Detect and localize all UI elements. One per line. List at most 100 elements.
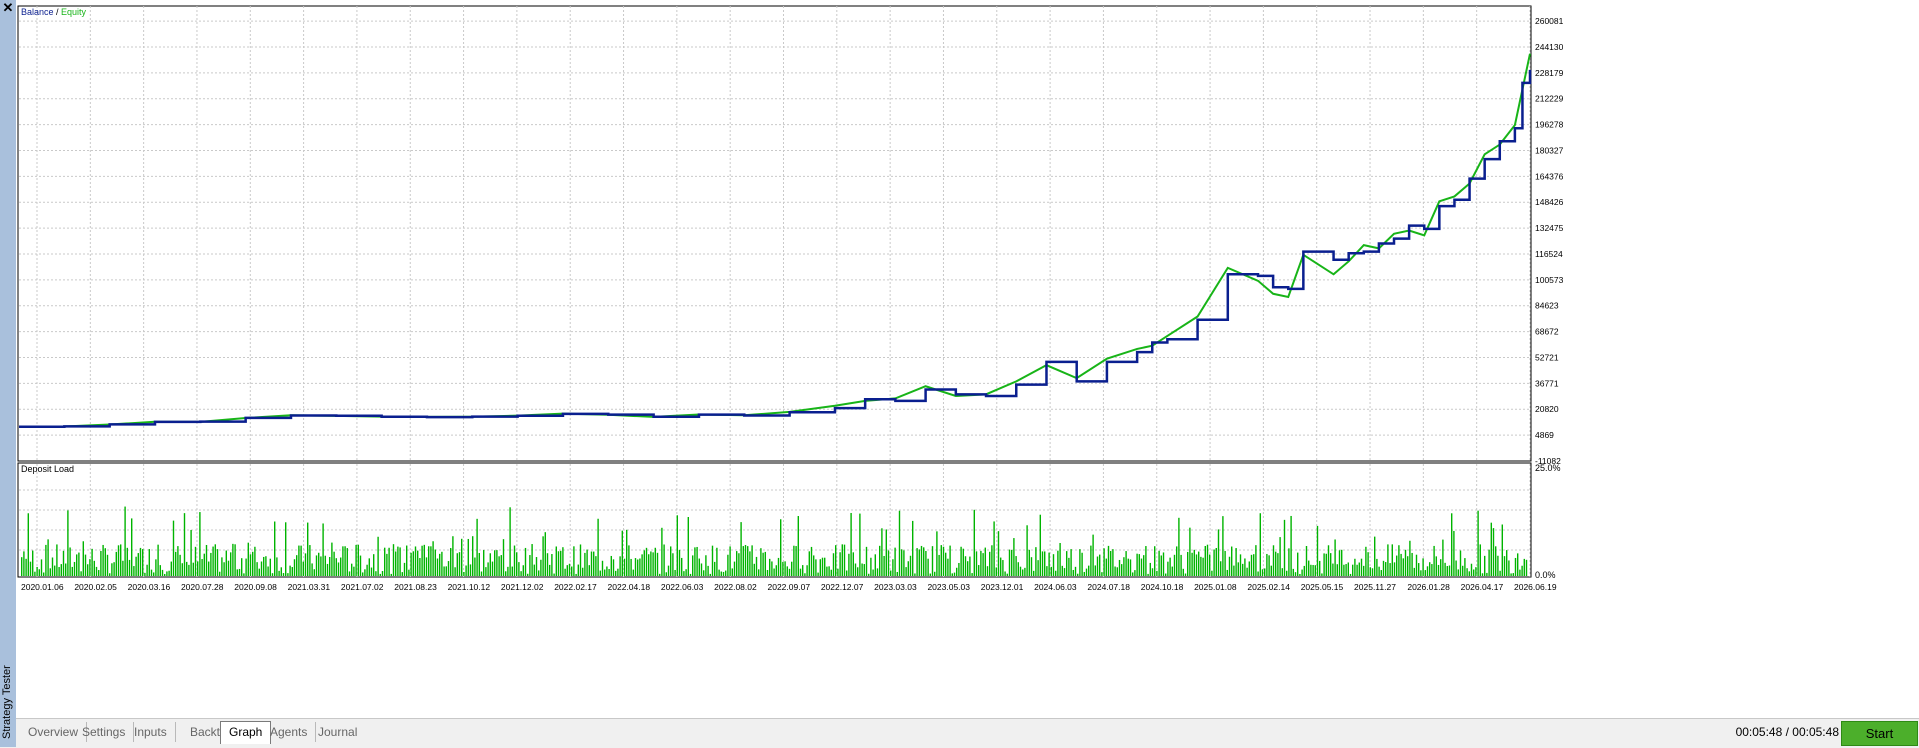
- x-tick-label: 2022.06.03: [661, 582, 704, 592]
- legend-equity: Equity: [61, 7, 87, 17]
- deposit-load-bar: [461, 538, 463, 576]
- close-icon[interactable]: ✕: [2, 1, 14, 14]
- deposit-load-bar: [243, 573, 245, 576]
- deposit-load-bar: [1503, 556, 1506, 576]
- deposit-load-bar: [329, 556, 331, 576]
- deposit-load-bar: [423, 544, 425, 576]
- deposit-load-bar: [1400, 553, 1402, 576]
- deposit-load-bar: [1257, 571, 1259, 576]
- x-tick-label: 2020.07.28: [181, 582, 224, 592]
- deposit-load-bar: [1264, 568, 1266, 576]
- tab-agents[interactable]: Agents: [262, 722, 317, 742]
- y-tick-label: 116524: [1535, 249, 1563, 259]
- deposit-load-bar: [940, 545, 942, 576]
- deposit-load-bar: [443, 566, 445, 576]
- deposit-load-bar: [978, 565, 980, 576]
- deposit-load-bar: [670, 546, 672, 576]
- deposit-load-bar: [1002, 560, 1004, 576]
- deposit-load-bar: [773, 568, 775, 576]
- deposit-load-bar: [872, 569, 874, 576]
- deposit-load-bar: [956, 567, 958, 576]
- deposit-load-bar: [1486, 572, 1488, 576]
- deposit-load-bar: [997, 531, 1000, 576]
- deposit-load-bar: [749, 551, 751, 576]
- tab-journal[interactable]: Journal: [310, 722, 365, 742]
- deposit-load-bar: [322, 523, 324, 576]
- deposit-load-bar: [104, 548, 106, 576]
- deposit-load-bar: [964, 556, 967, 576]
- start-button[interactable]: Start: [1841, 721, 1918, 746]
- deposit-load-bar: [645, 547, 648, 576]
- deposit-load-bar: [687, 517, 689, 576]
- deposit-load-bar: [1316, 525, 1319, 576]
- deposit-load-bar: [777, 557, 780, 576]
- deposit-load-bar: [1409, 540, 1411, 576]
- deposit-load-bar: [109, 573, 111, 576]
- deposit-load-bar: [1484, 555, 1486, 576]
- deposit-load-bar: [287, 573, 289, 576]
- deposit-load-bar: [496, 550, 498, 576]
- y-tick-label: 36771: [1535, 378, 1559, 388]
- deposit-load-bar: [1184, 573, 1187, 576]
- deposit-load-bar: [1477, 510, 1479, 576]
- deposit-load-bar: [40, 559, 43, 576]
- deposit-load-bar: [524, 547, 527, 576]
- deposit-load-bar: [846, 570, 848, 576]
- deposit-load-bar: [304, 553, 307, 576]
- deposit-load-bar: [430, 546, 432, 576]
- deposit-load-bar: [1030, 557, 1033, 576]
- x-tick-label: 2021.12.02: [501, 582, 544, 592]
- deposit-load-bar: [23, 551, 25, 576]
- deposit-load-bar: [626, 529, 628, 576]
- deposit-load-bar: [883, 555, 885, 576]
- deposit-load-bar: [945, 552, 947, 576]
- deposit-load-bar: [1235, 548, 1237, 576]
- deposit-load-bar: [166, 571, 168, 576]
- deposit-load-bar: [1151, 568, 1154, 576]
- deposit-load-bar: [1096, 556, 1099, 576]
- deposit-load-bar: [1444, 562, 1446, 576]
- deposit-load-bar: [197, 561, 199, 576]
- deposit-load-bar: [1391, 544, 1393, 576]
- deposit-load-bar: [406, 545, 408, 576]
- deposit-load-bar: [364, 569, 366, 576]
- legend-separator: /: [54, 7, 62, 17]
- deposit-load-bar: [267, 566, 269, 576]
- deposit-load-bar: [725, 570, 727, 576]
- deposit-load-bar: [1305, 546, 1308, 576]
- deposit-load-bar: [1332, 563, 1334, 576]
- deposit-load-bar: [111, 563, 113, 576]
- deposit-load-bar: [230, 552, 232, 576]
- deposit-load-bar: [135, 556, 137, 576]
- deposit-load-bar: [296, 555, 298, 576]
- deposit-load-bar: [300, 545, 302, 576]
- deposit-load-bar: [1156, 570, 1158, 576]
- deposit-load-bar: [1063, 568, 1066, 576]
- deposit-load-bar: [1035, 547, 1037, 576]
- deposit-load-bar: [1277, 553, 1279, 576]
- deposit-load-bar: [1360, 558, 1363, 576]
- deposit-load-bar: [1512, 573, 1514, 576]
- deposit-load-bar: [1378, 566, 1380, 576]
- deposit-load-bar: [1092, 534, 1094, 576]
- legend-balance: Balance: [21, 7, 54, 17]
- deposit-load-bar: [553, 573, 555, 576]
- deposit-load-bar: [566, 565, 568, 576]
- tab-inputs[interactable]: Inputs: [126, 722, 176, 742]
- deposit-load-bar: [87, 564, 89, 576]
- deposit-load-bar: [236, 569, 238, 576]
- deposit-load-bar: [511, 566, 513, 576]
- deposit-load-bar: [1376, 558, 1378, 576]
- deposit-load-bar: [1028, 549, 1030, 576]
- deposit-load-bar: [480, 571, 483, 576]
- deposit-load-bar: [1105, 558, 1107, 576]
- deposit-load-bar: [1468, 571, 1470, 576]
- deposit-load-bar: [606, 566, 608, 576]
- deposit-load-bar: [1424, 570, 1426, 576]
- deposit-load-bar: [527, 573, 529, 576]
- deposit-load-bar: [1308, 560, 1310, 576]
- deposit-load-bar: [733, 561, 736, 576]
- deposit-load-bar: [1336, 564, 1338, 576]
- deposit-load-bar: [478, 552, 480, 576]
- y-tick-label: 196278: [1535, 120, 1564, 130]
